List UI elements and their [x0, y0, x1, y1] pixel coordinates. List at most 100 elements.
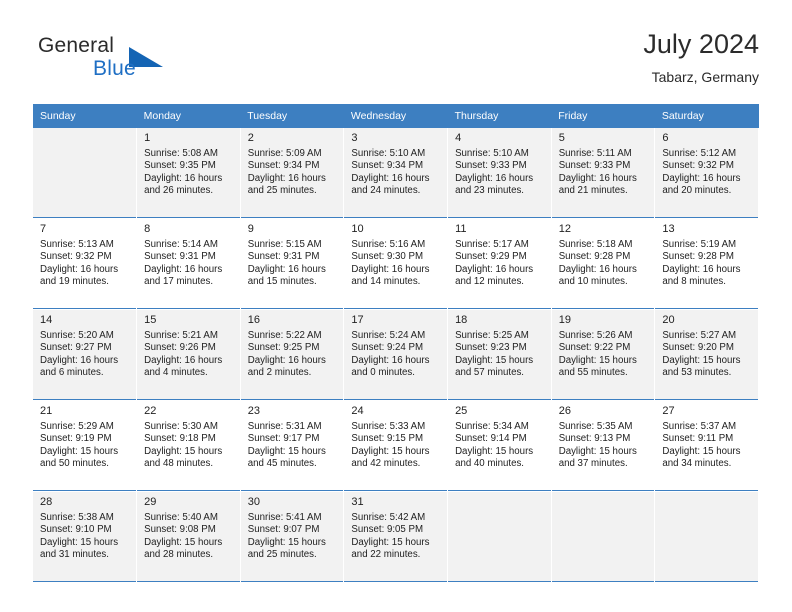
day-number: 23: [247, 405, 261, 417]
calendar-day-cell[interactable]: 19 Sunrise: 5:26 AM Sunset: 9:22 PM Dayli…: [551, 309, 656, 401]
day-cell-inner: 29 Sunrise: 5:40 AM Sunset: 9:08 PM Dayli…: [137, 492, 240, 562]
day-cell-content: 23 Sunrise: 5:31 AM Sunset: 9:17 PM Dayli…: [240, 401, 344, 491]
brand-name-general: General: [38, 34, 115, 57]
day-number: 22: [144, 405, 157, 417]
day-number: 28: [40, 496, 53, 508]
day-cell-inner: 16 Sunrise: 5:22 AM Sunset: 9:25 PM Dayli…: [241, 310, 344, 380]
calendar-day-cell[interactable]: 24 Sunrise: 5:33 AM Sunset: 9:15 PM Dayli…: [343, 400, 449, 492]
weekday-header-thursday: Thursday: [447, 104, 552, 128]
day-sun-info: Sunrise: 5:18 AM Sunset: 9:28 PM Dayligh…: [558, 239, 637, 288]
day-cell-inner: 23 Sunrise: 5:31 AM Sunset: 9:17 PM Dayli…: [241, 401, 344, 471]
day-cell-inner: 4 Sunrise: 5:10 AM Sunset: 9:33 PM Daylig…: [448, 128, 551, 198]
day-cell-content: 9 Sunrise: 5:15 AM Sunset: 9:31 PM Daylig…: [240, 219, 344, 309]
calendar-day-cell[interactable]: 4 Sunrise: 5:10 AM Sunset: 9:33 PM Daylig…: [447, 128, 552, 219]
day-number: 4: [455, 132, 462, 144]
calendar-day-cell[interactable]: 6 Sunrise: 5:12 AM Sunset: 9:32 PM Daylig…: [654, 128, 759, 219]
day-cell-content: 20 Sunrise: 5:27 AM Sunset: 9:20 PM Dayli…: [655, 310, 758, 400]
day-cell-inner: 19 Sunrise: 5:26 AM Sunset: 9:22 PM Dayli…: [552, 310, 655, 380]
calendar-day-cell[interactable]: 13 Sunrise: 5:19 AM Sunset: 9:28 PM Dayli…: [654, 218, 759, 310]
calendar-day-cell[interactable]: 2 Sunrise: 5:09 AM Sunset: 9:34 PM Daylig…: [240, 128, 345, 219]
calendar-day-cell[interactable]: 1 Sunrise: 5:08 AM Sunset: 9:35 PM Daylig…: [136, 128, 241, 219]
calendar-day-cell[interactable]: 12 Sunrise: 5:18 AM Sunset: 9:28 PM Dayli…: [551, 218, 656, 310]
calendar-day-cell[interactable]: 7 Sunrise: 5:13 AM Sunset: 9:32 PM Daylig…: [33, 218, 138, 310]
day-number: 14: [40, 314, 53, 326]
day-number: 11: [455, 223, 467, 235]
day-sun-info: Sunrise: 5:22 AM Sunset: 9:25 PM Dayligh…: [247, 330, 326, 379]
day-sun-info: Sunrise: 5:27 AM Sunset: 9:20 PM Dayligh…: [662, 330, 741, 379]
day-number: 10: [351, 223, 364, 235]
day-cell-inner: 7 Sunrise: 5:13 AM Sunset: 9:32 PM Daylig…: [33, 219, 136, 289]
day-cell-inner: 18 Sunrise: 5:25 AM Sunset: 9:23 PM Dayli…: [448, 310, 551, 380]
day-sun-info: Sunrise: 5:12 AM Sunset: 9:32 PM Dayligh…: [662, 148, 741, 197]
calendar-day-cell[interactable]: 29 Sunrise: 5:40 AM Sunset: 9:08 PM Dayli…: [136, 491, 241, 583]
weekday-header-sunday: Sunday: [33, 104, 137, 128]
day-cell-content: [551, 492, 655, 582]
calendar-table: Sunday Monday Tuesday Wednesday Thursday Frid…: [33, 104, 759, 583]
day-cell-content: 30 Sunrise: 5:41 AM Sunset: 9:07 PM Dayli…: [240, 492, 344, 582]
calendar-day-cell[interactable]: 5 Sunrise: 5:11 AM Sunset: 9:33 PM Daylig…: [551, 128, 656, 219]
day-cell-content: 26 Sunrise: 5:35 AM Sunset: 9:13 PM Dayli…: [551, 401, 655, 491]
day-number: 17: [351, 314, 364, 326]
calendar-day-cell[interactable]: 31 Sunrise: 5:42 AM Sunset: 9:05 PM Dayli…: [343, 491, 449, 583]
calendar-day-cell[interactable]: 25 Sunrise: 5:34 AM Sunset: 9:14 PM Dayli…: [447, 400, 552, 492]
calendar-day-cell[interactable]: 23 Sunrise: 5:31 AM Sunset: 9:17 PM Dayli…: [240, 400, 345, 492]
calendar-day-cell[interactable]: 10 Sunrise: 5:16 AM Sunset: 9:30 PM Dayli…: [343, 218, 449, 310]
calendar-day-cell[interactable]: 15 Sunrise: 5:21 AM Sunset: 9:26 PM Dayli…: [136, 309, 241, 401]
day-cell-inner: 5 Sunrise: 5:11 AM Sunset: 9:33 PM Daylig…: [552, 128, 655, 198]
day-number: 6: [662, 132, 669, 144]
day-sun-info: Sunrise: 5:13 AM Sunset: 9:32 PM Dayligh…: [40, 239, 119, 288]
day-sun-info: Sunrise: 5:20 AM Sunset: 9:27 PM Dayligh…: [40, 330, 119, 379]
calendar-day-cell[interactable]: 11 Sunrise: 5:17 AM Sunset: 9:29 PM Dayli…: [447, 218, 552, 310]
day-cell-content: 15 Sunrise: 5:21 AM Sunset: 9:26 PM Dayli…: [137, 310, 240, 400]
day-number: 27: [662, 405, 675, 417]
day-sun-info: Sunrise: 5:41 AM Sunset: 9:07 PM Dayligh…: [247, 512, 326, 561]
calendar-day-cell[interactable]: 18 Sunrise: 5:25 AM Sunset: 9:23 PM Dayli…: [447, 309, 552, 401]
calendar-header-row: Sunday Monday Tuesday Wednesday Thursday Frid…: [33, 104, 759, 128]
day-cell-inner: 14 Sunrise: 5:20 AM Sunset: 9:27 PM Dayli…: [33, 310, 136, 380]
day-sun-info: Sunrise: 5:09 AM Sunset: 9:34 PM Dayligh…: [247, 148, 326, 197]
calendar-day-cell[interactable]: 27 Sunrise: 5:37 AM Sunset: 9:11 PM Dayli…: [654, 400, 759, 492]
day-sun-info: Sunrise: 5:37 AM Sunset: 9:11 PM Dayligh…: [662, 421, 741, 470]
day-cell-content: 28 Sunrise: 5:38 AM Sunset: 9:10 PM Dayli…: [33, 492, 137, 582]
calendar-day-cell[interactable]: 28 Sunrise: 5:38 AM Sunset: 9:10 PM Dayli…: [33, 491, 138, 583]
calendar-day-cell[interactable]: 17 Sunrise: 5:24 AM Sunset: 9:24 PM Dayli…: [343, 309, 449, 401]
day-cell-content: 7 Sunrise: 5:13 AM Sunset: 9:32 PM Daylig…: [33, 219, 137, 309]
day-number: 5: [558, 132, 565, 144]
day-number: 30: [247, 496, 261, 508]
day-number: 24: [351, 405, 364, 417]
calendar-day-cell[interactable]: 21 Sunrise: 5:29 AM Sunset: 9:19 PM Dayli…: [33, 400, 138, 492]
calendar-day-cell[interactable]: 9 Sunrise: 5:15 AM Sunset: 9:31 PM Daylig…: [240, 218, 345, 310]
calendar-day-cell[interactable]: 14 Sunrise: 5:20 AM Sunset: 9:27 PM Dayli…: [33, 309, 138, 401]
day-sun-info: Sunrise: 5:19 AM Sunset: 9:28 PM Dayligh…: [662, 239, 741, 288]
weekday-header-tuesday: Tuesday: [240, 104, 344, 128]
calendar-day-cell[interactable]: 20 Sunrise: 5:27 AM Sunset: 9:20 PM Dayli…: [654, 309, 759, 401]
calendar-day-cell[interactable]: 8 Sunrise: 5:14 AM Sunset: 9:31 PM Daylig…: [136, 218, 241, 310]
day-cell-content: [448, 492, 551, 582]
calendar-week-row: 21 Sunrise: 5:29 AM Sunset: 9:19 PM Dayli…: [33, 400, 759, 492]
day-sun-info: Sunrise: 5:11 AM Sunset: 9:33 PM Dayligh…: [558, 148, 637, 197]
day-cell-content: 17 Sunrise: 5:24 AM Sunset: 9:24 PM Dayli…: [344, 310, 448, 400]
calendar-day-cell[interactable]: 16 Sunrise: 5:22 AM Sunset: 9:25 PM Dayli…: [240, 309, 345, 401]
calendar-day-cell[interactable]: 3 Sunrise: 5:10 AM Sunset: 9:34 PM Daylig…: [343, 128, 449, 219]
day-number: 2: [247, 132, 254, 144]
day-cell-inner: 31 Sunrise: 5:42 AM Sunset: 9:05 PM Dayli…: [344, 492, 447, 562]
day-cell-content: 19 Sunrise: 5:26 AM Sunset: 9:22 PM Dayli…: [551, 310, 655, 400]
day-cell-inner: 12 Sunrise: 5:18 AM Sunset: 9:28 PM Dayli…: [552, 219, 655, 289]
day-number: 20: [662, 314, 675, 326]
weekday-header-wednesday: Wednesday: [343, 104, 448, 128]
calendar-week-row: 28 Sunrise: 5:38 AM Sunset: 9:10 PM Dayli…: [33, 491, 759, 583]
day-cell-inner: 6 Sunrise: 5:12 AM Sunset: 9:32 PM Daylig…: [655, 128, 758, 198]
brand-logo[interactable]: General Blue: [38, 34, 218, 90]
calendar-day-cell: [654, 491, 759, 583]
day-number: 12: [558, 223, 571, 235]
day-cell-content: 25 Sunrise: 5:34 AM Sunset: 9:14 PM Dayli…: [448, 401, 551, 491]
calendar-page: General Blue July 2024 Tabarz, Germany S…: [0, 0, 792, 612]
day-number: 8: [144, 223, 151, 235]
weekday-header-monday: Monday: [136, 104, 241, 128]
calendar-day-cell[interactable]: 30 Sunrise: 5:41 AM Sunset: 9:07 PM Dayli…: [240, 491, 345, 583]
calendar-day-cell[interactable]: 26 Sunrise: 5:35 AM Sunset: 9:13 PM Dayli…: [551, 400, 656, 492]
day-cell-content: 2 Sunrise: 5:09 AM Sunset: 9:34 PM Daylig…: [240, 128, 344, 218]
day-cell-inner: 11 Sunrise: 5:17 AM Sunset: 9:29 PM Dayli…: [448, 219, 551, 289]
day-number: 7: [40, 223, 47, 235]
calendar-day-cell[interactable]: 22 Sunrise: 5:30 AM Sunset: 9:18 PM Dayli…: [136, 400, 241, 492]
